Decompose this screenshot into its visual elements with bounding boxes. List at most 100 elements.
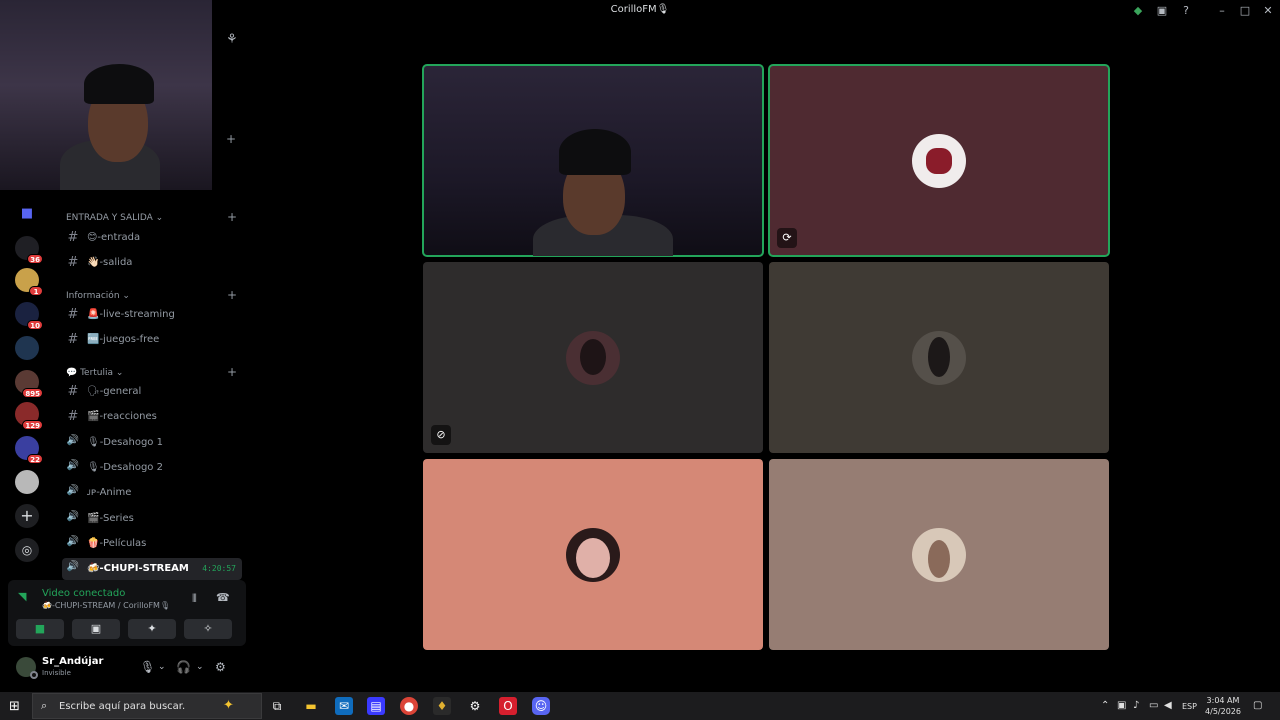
screen-share-button[interactable]: ▣: [72, 619, 120, 639]
nitro-leaf-icon[interactable]: ◆: [1130, 3, 1146, 19]
server-icon-3[interactable]: 10: [15, 302, 43, 330]
call-duration: 4:20:57: [202, 564, 236, 573]
channel-general[interactable]: # 🗣-general: [62, 381, 242, 403]
add-dm-plus-icon[interactable]: +: [226, 132, 236, 146]
discover-compass-icon[interactable]: ◎: [15, 538, 39, 562]
participant-avatar: [912, 528, 966, 582]
network-icon[interactable]: ▭: [1149, 700, 1158, 711]
opera-icon[interactable]: O: [499, 697, 517, 715]
channel-salida[interactable]: # 👋🏻-salida: [62, 252, 242, 274]
server-icon-6[interactable]: 129: [15, 402, 43, 430]
discord-window: CorilloFM🎙 ◆ ▣ ? – □ ✕ ⚘ + ■ 36 1 10 895…: [0, 0, 1280, 692]
channel-juegos-free[interactable]: # 🆓-juegos-free: [62, 329, 242, 351]
tray-expand-icon[interactable]: ⌃: [1101, 700, 1109, 711]
server-icon-2[interactable]: 1: [15, 268, 43, 296]
avatar-art: [576, 538, 610, 578]
channel-peliculas[interactable]: 🔊 🍿-Películas: [62, 533, 242, 555]
category-entrada-y-salida[interactable]: ENTRADA Y SALIDA ⌄: [66, 213, 163, 223]
avatar[interactable]: [16, 657, 38, 679]
tray-app-icon[interactable]: ▣: [1117, 700, 1126, 711]
channel-series[interactable]: 🔊 🎬-Series: [62, 508, 242, 530]
voice-status[interactable]: Video conectado: [42, 588, 125, 599]
language-indicator[interactable]: ESP: [1182, 702, 1197, 711]
channel-desahogo-2[interactable]: 🔊 🎙-Desahogo 2: [62, 457, 242, 479]
username[interactable]: Sr_Andújar: [42, 656, 103, 667]
steam-icon[interactable]: ⚙: [466, 697, 484, 715]
user-status: Invisible: [42, 669, 71, 677]
server-icon-7[interactable]: 22: [15, 436, 43, 464]
participant-avatar: [912, 331, 966, 385]
volume-icon[interactable]: ◀: [1164, 700, 1172, 711]
maximize-button[interactable]: □: [1237, 3, 1253, 19]
outlook-icon[interactable]: ✉: [335, 697, 353, 715]
channel-chupi-stream[interactable]: 🔊 🍻-CHUPI-STREAM 4:20:57: [62, 558, 242, 580]
channel-reacciones[interactable]: # 🎬-reacciones: [62, 406, 242, 428]
create-channel-plus-icon[interactable]: +: [227, 288, 237, 302]
voice-channel-icon: 🔊: [66, 435, 80, 446]
video-tile-1[interactable]: [422, 64, 764, 257]
chevron-down-icon[interactable]: ⌄: [158, 662, 166, 672]
channel-name: 👋🏻-salida: [87, 257, 133, 268]
category-informacion[interactable]: Información ⌄: [66, 291, 130, 301]
text-channel-icon: #: [67, 384, 79, 399]
close-button[interactable]: ✕: [1260, 3, 1276, 19]
video-tile-6[interactable]: [769, 459, 1109, 650]
help-icon[interactable]: ?: [1178, 3, 1194, 19]
participant-avatar: [566, 528, 620, 582]
chevron-down-icon[interactable]: ⌄: [196, 662, 204, 672]
microphone-icon[interactable]: 🎙: [140, 660, 155, 674]
voice-channel-path[interactable]: 🍻-CHUPI-STREAM / CorilloFM🎙: [42, 601, 170, 610]
video-tile-2[interactable]: ⟳: [768, 64, 1110, 257]
server-icon-1[interactable]: 36: [15, 236, 43, 264]
add-friend-icon[interactable]: ⚘: [226, 32, 238, 47]
windows-taskbar: ⊞ ⌕ Escribe aquí para buscar. ✦ ⧉ ▬ ✉ ▤ …: [0, 692, 1280, 720]
settings-gear-icon[interactable]: ⚙: [215, 660, 226, 674]
voice-channel-icon: 🔊: [66, 485, 80, 496]
app-icon[interactable]: ♦: [433, 697, 451, 715]
channel-name: 🗣-general: [87, 386, 142, 397]
chrome-icon[interactable]: ●: [400, 697, 418, 715]
channel-name: 🍿-Películas: [87, 538, 147, 549]
notifications-icon[interactable]: ▢: [1253, 700, 1262, 711]
channel-entrada[interactable]: # 😊-entrada: [62, 227, 242, 249]
video-tile-5[interactable]: [423, 459, 763, 650]
discord-icon[interactable]: ☺: [532, 697, 550, 715]
channel-desahogo-1[interactable]: 🔊 🎙-Desahogo 1: [62, 432, 242, 454]
soundboard-button[interactable]: ✧: [184, 619, 232, 639]
webcam-overlay: [0, 0, 212, 190]
create-channel-plus-icon[interactable]: +: [227, 365, 237, 379]
taskbar-search[interactable]: ⌕ Escribe aquí para buscar. ✦: [32, 693, 262, 719]
create-channel-plus-icon[interactable]: +: [227, 210, 237, 224]
video-tile-3[interactable]: ⊘: [423, 262, 763, 453]
channel-name: 🚨-live-streaming: [87, 309, 175, 320]
unread-badge: 22: [27, 454, 43, 464]
headphones-icon[interactable]: 🎧: [176, 660, 191, 674]
file-explorer-icon[interactable]: ▬: [302, 697, 320, 715]
channel-name: 🎙-Desahogo 1: [87, 437, 163, 448]
category-tertulia[interactable]: 💬 Tertulia ⌄: [66, 368, 123, 378]
server-rail: ■ 36 1 10 895 129 22 + ◎: [0, 190, 54, 580]
folder-icon[interactable]: ■: [15, 202, 39, 226]
status-indicator: [30, 671, 38, 679]
camera-button[interactable]: ■: [16, 619, 64, 639]
minimize-button[interactable]: –: [1214, 3, 1230, 19]
server-icon-8[interactable]: [15, 470, 39, 494]
windows-start-icon[interactable]: ⊞: [9, 699, 20, 714]
server-icon-5[interactable]: 895: [15, 370, 43, 398]
noise-suppression-icon[interactable]: ⦀: [192, 592, 197, 606]
channel-name: 🎙-Desahogo 2: [87, 462, 163, 473]
inbox-icon[interactable]: ▣: [1154, 3, 1170, 19]
task-view-icon[interactable]: ⧉: [268, 697, 286, 715]
tray-mic-icon[interactable]: ♪: [1133, 700, 1139, 711]
activities-button[interactable]: ✦: [128, 619, 176, 639]
system-clock[interactable]: 3:04 AM 4/5/2026: [1200, 695, 1246, 717]
channel-anime[interactable]: 🔊 ᴊᴘ-Anime: [62, 482, 242, 504]
signal-icon: ◥: [18, 590, 27, 603]
add-server-icon[interactable]: +: [15, 504, 39, 528]
disconnect-icon[interactable]: ☎: [216, 591, 230, 604]
server-icon-4[interactable]: [15, 336, 39, 360]
channel-list: ENTRADA Y SALIDA ⌄ + # 😊-entrada # 👋🏻-sa…: [54, 190, 248, 580]
video-tile-4[interactable]: [769, 262, 1109, 453]
store-icon[interactable]: ▤: [367, 697, 385, 715]
channel-live-streaming[interactable]: # 🚨-live-streaming: [62, 304, 242, 326]
